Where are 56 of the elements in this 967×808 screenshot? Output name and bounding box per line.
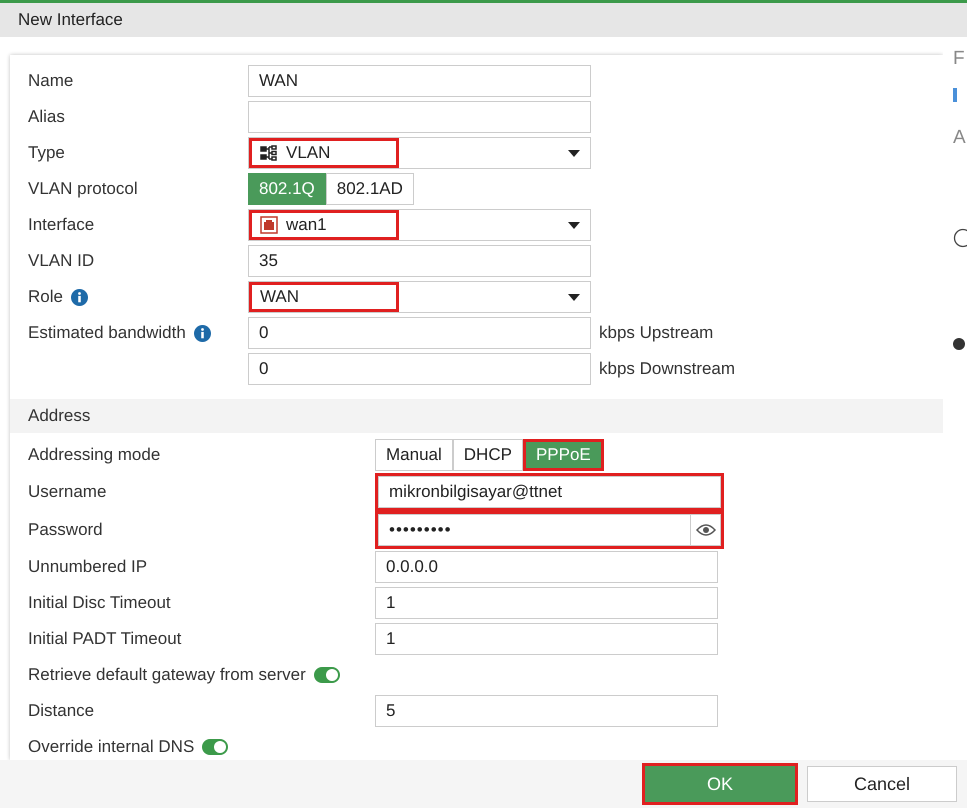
- field-label: Addressing mode: [28, 444, 160, 466]
- segment-tab[interactable]: 802.1AD: [326, 173, 414, 205]
- field-label: Username: [28, 481, 106, 504]
- text-field[interactable]: mikronbilgisayar@ttnet: [378, 476, 721, 508]
- cancel-button[interactable]: Cancel: [807, 766, 957, 802]
- password-field[interactable]: •••••••••: [378, 514, 721, 546]
- field-label: Alias: [28, 106, 65, 128]
- field-label: Initial Disc Timeout: [28, 592, 171, 614]
- text-field[interactable]: [248, 101, 591, 133]
- caret-icon: [568, 222, 580, 228]
- field-label: Password: [28, 519, 103, 542]
- field-label: Role: [28, 286, 63, 308]
- toggle-switch[interactable]: [314, 667, 340, 683]
- chat-icon[interactable]: [953, 338, 965, 350]
- field-label: Unnumbered IP: [28, 556, 148, 578]
- field-label: Override internal DNS: [28, 736, 194, 758]
- text-field[interactable]: 0: [248, 353, 591, 385]
- network-icon: [260, 145, 278, 161]
- side-heading: A: [953, 126, 967, 150]
- field-label: Distance: [28, 700, 94, 722]
- highlight-frame: wan1: [249, 210, 399, 240]
- info-icon[interactable]: [194, 324, 211, 342]
- caret-icon: [568, 294, 580, 300]
- highlight-frame: WAN: [249, 282, 399, 312]
- help-icon[interactable]: [953, 228, 967, 248]
- info-icon[interactable]: [70, 288, 88, 306]
- unit-label: kbps Upstream: [599, 322, 714, 344]
- field-label: VLAN protocol: [28, 178, 138, 200]
- text-field[interactable]: 0.0.0.0: [375, 551, 718, 583]
- text-field[interactable]: 0: [248, 317, 591, 349]
- window-title: New Interface: [18, 9, 123, 32]
- dropdown[interactable]: WAN: [248, 281, 591, 313]
- unit-label: kbps Downstream: [599, 358, 736, 380]
- field-label: Name: [28, 70, 74, 92]
- side-heading: F: [953, 47, 966, 71]
- segment-tab[interactable]: DHCP: [452, 439, 523, 471]
- toggle-switch[interactable]: [202, 739, 228, 755]
- field-label: Interface: [28, 214, 94, 236]
- text-field[interactable]: WAN: [248, 65, 591, 97]
- link-icon[interactable]: [953, 88, 957, 102]
- section-header: Address: [10, 399, 943, 433]
- caret-icon: [568, 150, 580, 156]
- highlight-frame: VLAN: [249, 138, 399, 168]
- segment-tab[interactable]: Manual: [375, 439, 453, 471]
- dropdown[interactable]: VLAN: [248, 137, 591, 169]
- field-label: Initial PADT Timeout: [28, 628, 182, 650]
- field-label: Estimated bandwidth: [28, 322, 186, 344]
- field-label: Type: [28, 142, 65, 164]
- dropdown[interactable]: wan1: [248, 209, 591, 241]
- field-label: VLAN ID: [28, 250, 94, 272]
- text-field[interactable]: 1: [375, 587, 718, 619]
- text-field[interactable]: 1: [375, 623, 718, 655]
- field-label: Retrieve default gateway from server: [28, 664, 306, 686]
- text-field[interactable]: 5: [375, 695, 718, 727]
- ethernet-port-icon: [260, 216, 278, 234]
- text-field[interactable]: 35: [248, 245, 591, 277]
